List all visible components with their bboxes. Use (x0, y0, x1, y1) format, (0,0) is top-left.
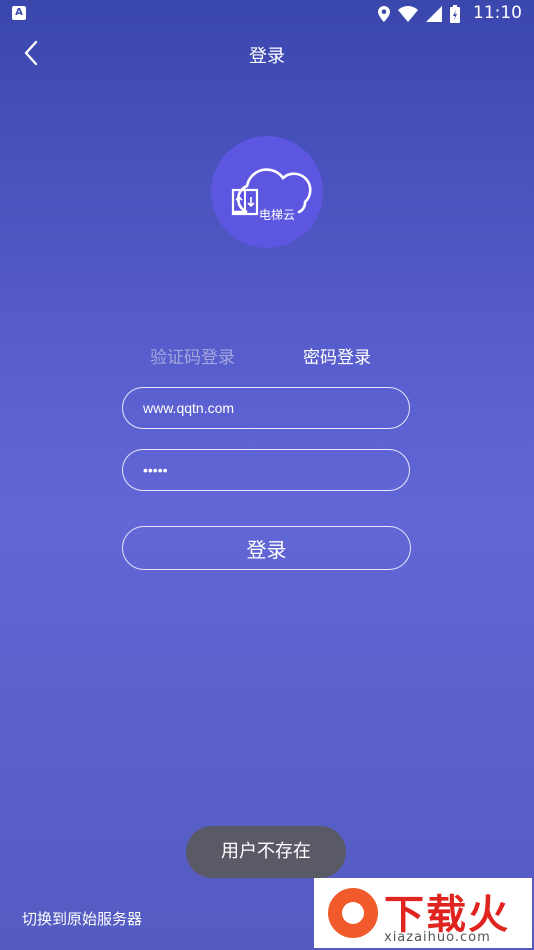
status-time: 11:10 (473, 3, 522, 23)
signal-icon (426, 6, 442, 22)
switch-server-link[interactable]: 切换到原始服务器 (22, 908, 142, 929)
login-button[interactable]: 登录 (122, 526, 411, 570)
header: 登录 (0, 28, 534, 80)
page-title: 登录 (249, 46, 285, 67)
wifi-icon (398, 6, 418, 22)
tab-password-login[interactable]: 密码登录 (303, 343, 371, 368)
battery-icon (450, 5, 460, 23)
error-toast: 用户不存在 (186, 826, 346, 878)
username-input[interactable] (143, 388, 393, 428)
app-logo: 电梯云 (211, 136, 323, 248)
cloud-elevator-icon (231, 168, 312, 216)
watermark-url: xiazaihuo.com (384, 930, 491, 945)
watermark: 下载火 xiazaihuo.com (314, 878, 532, 948)
password-input[interactable] (143, 450, 393, 490)
location-icon (378, 6, 390, 22)
status-icons (378, 5, 460, 23)
watermark-logo-icon (328, 888, 378, 938)
notification-icon: A (12, 6, 26, 20)
username-field[interactable] (122, 387, 410, 429)
password-field[interactable] (122, 449, 410, 491)
logo-text: 电梯云 (259, 208, 296, 222)
status-bar: A 11:10 (0, 0, 534, 28)
tab-sms-code-login[interactable]: 验证码登录 (150, 343, 235, 368)
